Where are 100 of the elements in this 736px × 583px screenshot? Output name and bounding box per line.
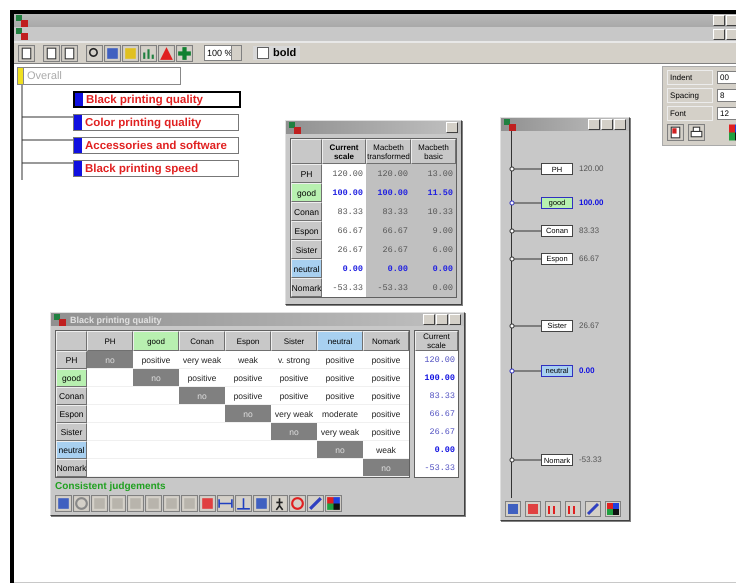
judgement-cell[interactable]: positive [363, 405, 409, 423]
row-header: good [291, 183, 322, 202]
corner-cell [291, 139, 322, 164]
minimize-button[interactable] [713, 28, 725, 40]
scale-tick [509, 256, 541, 262]
app-logo-icon [289, 122, 301, 134]
restore-button[interactable] [726, 28, 736, 40]
grid-icon[interactable] [253, 495, 270, 512]
grid-icon[interactable] [55, 495, 72, 512]
grid-icon[interactable] [181, 495, 198, 512]
row-header: good [56, 369, 87, 387]
grid-icon[interactable] [127, 495, 144, 512]
restore-button[interactable] [726, 15, 736, 26]
table-cell: 100.00 [366, 183, 411, 202]
field-label: Font [667, 106, 713, 121]
scale-tick [509, 322, 541, 329]
minimize-button[interactable] [588, 119, 600, 130]
row-header: neutral [291, 259, 322, 278]
column-header: Macbeth basic [411, 139, 456, 164]
table-cell: 26.67 [322, 240, 366, 259]
scale-tick [509, 368, 541, 374]
table-cell: 11.50 [411, 183, 456, 202]
table-cell: 0.00 [411, 278, 456, 297]
triangle-icon[interactable] [158, 44, 175, 62]
column-header: good [133, 331, 179, 351]
row-header: Conan [56, 387, 87, 405]
maximize-button[interactable] [436, 314, 448, 325]
column-header: Conan [179, 331, 225, 351]
columns-icon[interactable] [525, 501, 541, 517]
app-logo-icon [16, 28, 28, 40]
judgement-cell[interactable]: positive [363, 351, 409, 369]
grid-icon[interactable] [145, 495, 162, 512]
grid-icon[interactable] [91, 495, 108, 512]
spin-field[interactable]: 12 [717, 107, 736, 120]
maximize-button[interactable] [601, 119, 613, 130]
judgement-cell[interactable]: positive [363, 387, 409, 405]
table-cell: 0.00 [366, 259, 411, 278]
node-handle-icon [75, 93, 83, 106]
judgement-cell[interactable]: positive [317, 387, 363, 405]
close-button[interactable] [614, 119, 626, 130]
judgement-cell[interactable]: positive [363, 423, 409, 441]
connector-icon[interactable] [235, 495, 252, 512]
document-icon[interactable] [18, 44, 35, 62]
column-header: Current scale [415, 331, 458, 351]
field-label: Spacing [667, 88, 713, 103]
field-label: Indent [667, 70, 713, 85]
judgement-cell[interactable]: v. strong [271, 351, 317, 369]
minimize-button[interactable] [423, 314, 435, 325]
bold-checkbox[interactable] [257, 47, 269, 59]
row-header: Nomark [291, 278, 322, 297]
judgement-cell[interactable]: positive [363, 369, 409, 387]
grid-icon[interactable] [163, 495, 180, 512]
column-header: Espon [225, 331, 271, 351]
bold-label: bold [273, 47, 296, 59]
table-cell: 100.00 [322, 183, 366, 202]
color-grid-icon[interactable] [605, 501, 621, 517]
minimize-button[interactable] [713, 15, 725, 26]
close-button[interactable] [449, 314, 461, 325]
columns-icon[interactable] [199, 495, 216, 512]
grid-icon[interactable] [104, 44, 121, 62]
tree-node[interactable]: Color printing quality [73, 114, 239, 131]
judgement-cell[interactable]: positive [317, 351, 363, 369]
tree-node[interactable]: Black printing quality [73, 91, 241, 108]
plus-icon[interactable] [176, 44, 193, 62]
figure-icon[interactable] [271, 495, 288, 512]
grid-icon[interactable] [109, 495, 126, 512]
tree-node[interactable]: Accessories and software [73, 137, 239, 154]
close-button[interactable] [446, 122, 458, 133]
scale-value: 100.00 [579, 196, 604, 209]
judgement-cell[interactable]: positive [317, 369, 363, 387]
judgement-cell[interactable]: weak [225, 351, 271, 369]
columns-icon[interactable] [122, 44, 139, 62]
circle-icon[interactable] [73, 495, 90, 512]
scale-value: 0.00 [579, 364, 595, 377]
tree-node[interactable]: Black printing speed [73, 160, 239, 177]
color-grid-icon[interactable] [325, 495, 342, 512]
slash-icon[interactable] [585, 501, 601, 517]
scale-tick [509, 166, 541, 172]
table-cell: 120.00 [322, 164, 366, 183]
grid-icon[interactable] [505, 501, 521, 517]
judgement-cell[interactable]: very weak [179, 351, 225, 369]
spin-field[interactable]: 8 [717, 89, 736, 102]
judgement-cell[interactable]: positive [271, 387, 317, 405]
table-cell: 66.67 [366, 221, 411, 240]
row-header: Nomark [56, 459, 87, 477]
judgement-cell[interactable]: positive [271, 369, 317, 387]
row-header: neutral [56, 441, 87, 459]
scale-tick [509, 228, 541, 234]
corner-cell [56, 331, 87, 351]
slash-icon[interactable] [307, 495, 324, 512]
judgement-cell[interactable]: positive [225, 369, 271, 387]
scale-tick [509, 457, 541, 464]
column-header: Macbeth transformed [366, 139, 411, 164]
row-header: Sister [291, 240, 322, 259]
spin-field[interactable]: 00 [717, 71, 736, 84]
scale-value: 66.67 [579, 252, 600, 265]
app-logo-icon [54, 314, 66, 326]
node-label: Overall [27, 70, 62, 82]
judgement-cell[interactable]: moderate [317, 405, 363, 423]
magnifier-icon[interactable] [86, 44, 103, 62]
